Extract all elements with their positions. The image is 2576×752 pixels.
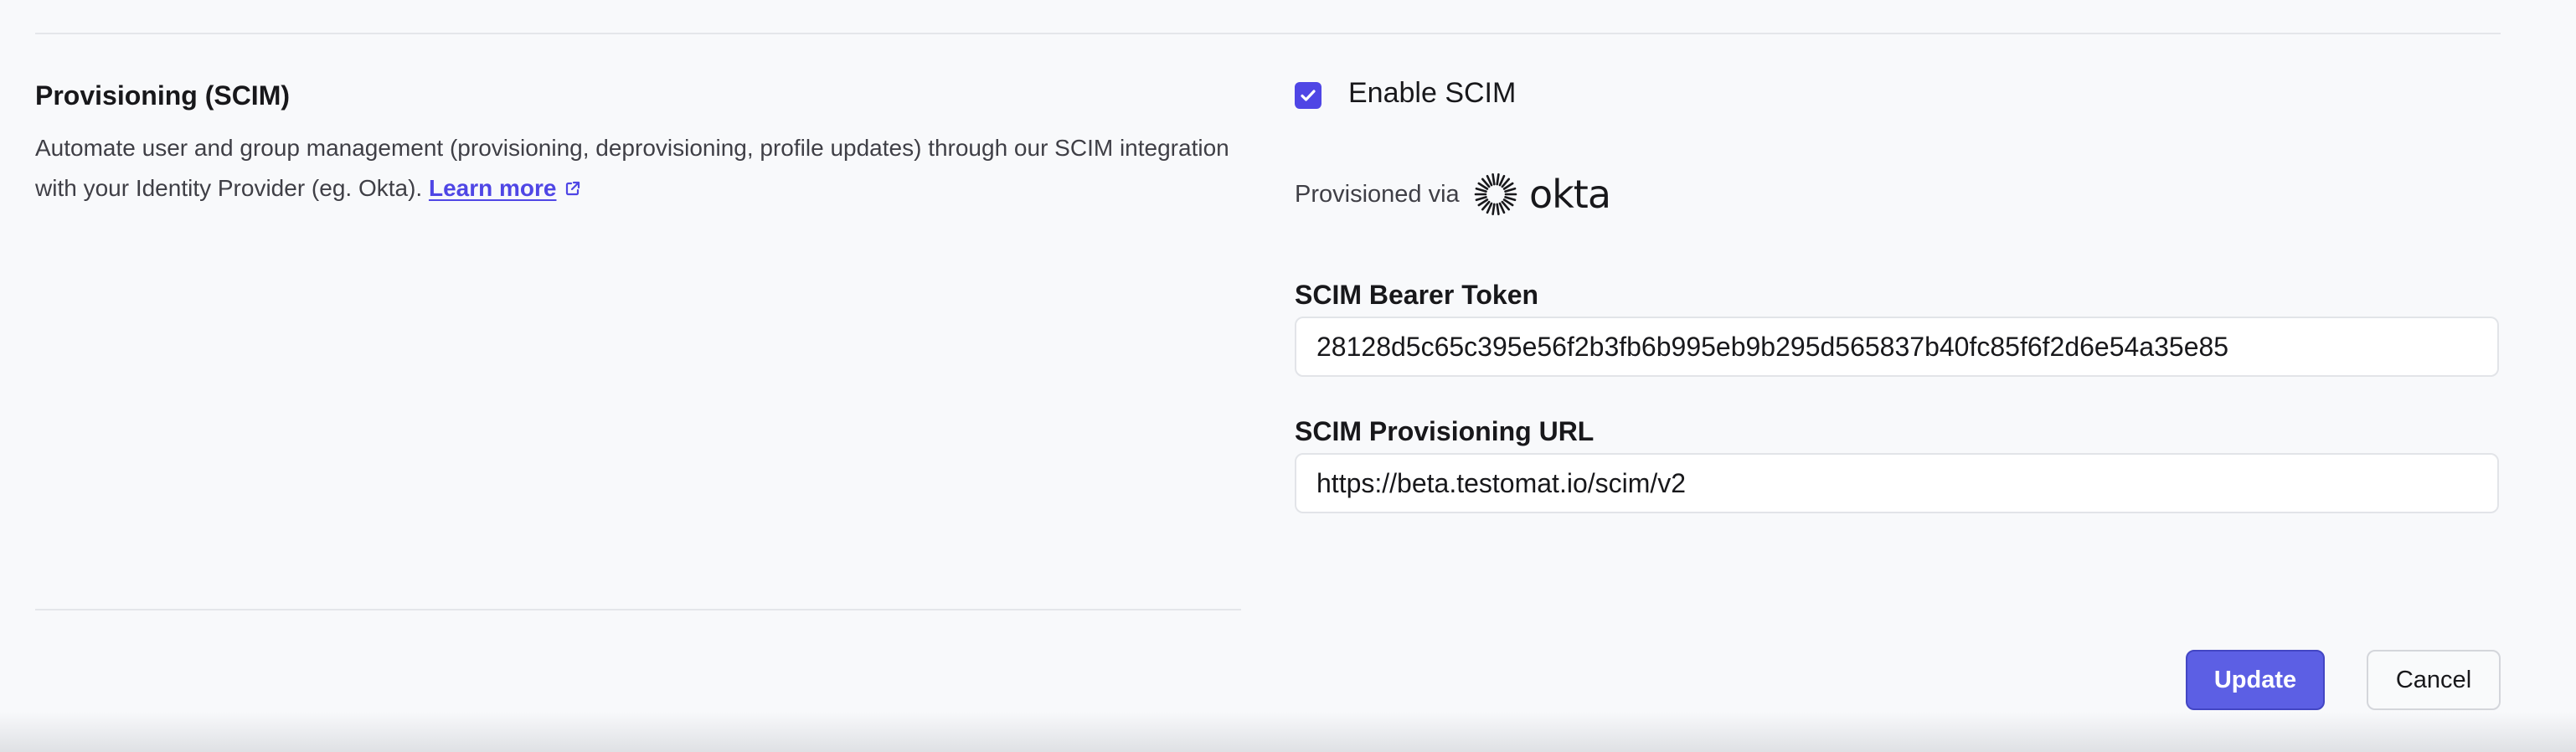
section-description-text: Automate user and group management (prov… (35, 135, 1229, 201)
learn-more-link[interactable]: Learn more (429, 175, 582, 201)
section-title: Provisioning (SCIM) (35, 80, 290, 111)
check-icon (1301, 90, 1316, 101)
bearer-token-field[interactable] (1295, 317, 2499, 377)
provisioning-url-field[interactable] (1295, 453, 2499, 513)
scim-settings-panel: Provisioning (SCIM) Automate user and gr… (0, 0, 2576, 752)
section-description: Automate user and group management (prov… (35, 128, 1241, 209)
okta-sunburst-icon (1474, 173, 1517, 216)
cancel-button[interactable]: Cancel (2367, 650, 2501, 710)
provisioning-url-label: SCIM Provisioning URL (1295, 416, 1595, 446)
update-button[interactable]: Update (2186, 650, 2325, 710)
section-divider (35, 609, 1241, 610)
external-link-icon (566, 181, 580, 196)
provider-name: okta (1529, 172, 1611, 217)
okta-logo: okta (1474, 172, 1611, 217)
enable-scim-checkbox[interactable] (1295, 82, 1321, 109)
enable-scim-label[interactable]: Enable SCIM (1348, 77, 1516, 110)
bearer-token-label: SCIM Bearer Token (1295, 280, 1539, 310)
top-divider (35, 33, 2501, 34)
learn-more-label: Learn more (428, 175, 557, 201)
bottom-shadow (0, 712, 2576, 752)
provisioned-via-label: Provisioned via (1295, 181, 1460, 208)
